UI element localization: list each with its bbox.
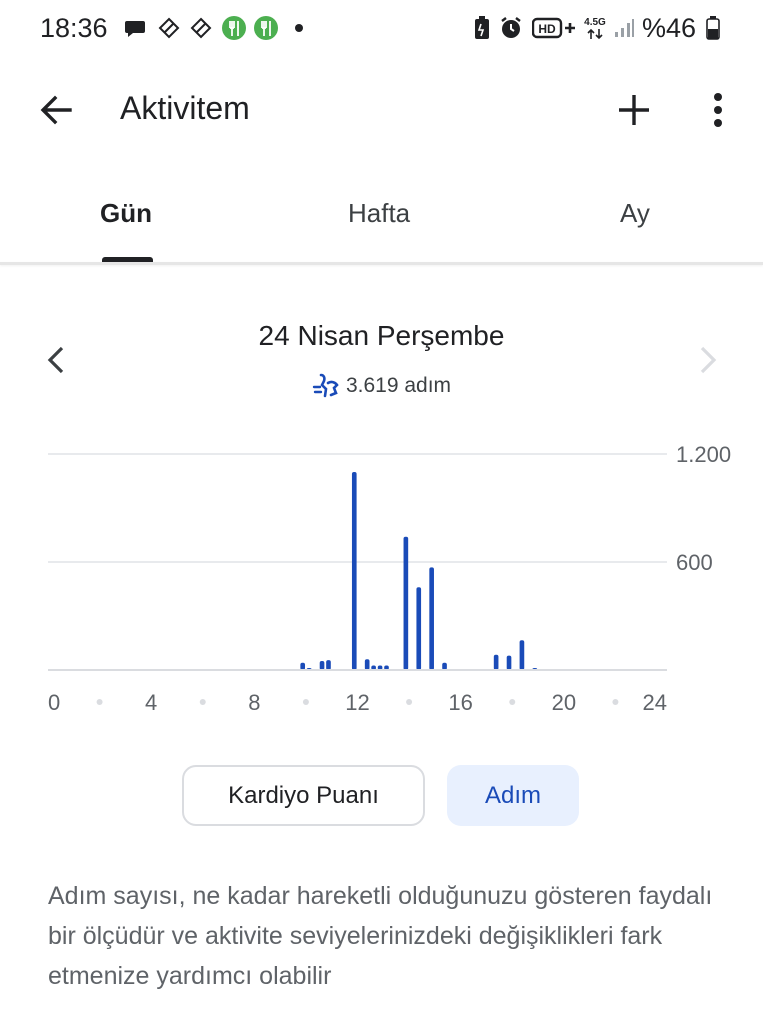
steps-bar-chart: 1.200 600 0 4 8 12 16 20 24 [48,442,731,715]
x-minor-tick [96,699,103,705]
chart-bar [506,655,512,670]
x-minor-tick [406,699,413,705]
x-tick-label: 0 [48,690,60,715]
network-label: 4.5G [584,16,606,28]
tabs-divider [0,262,763,265]
restaurant-icon [252,14,280,42]
back-button[interactable] [30,84,82,136]
more-vert-icon [714,93,722,127]
network-type: 4.5G [580,14,610,42]
fitness-app-icon [188,14,214,42]
chat-icon [122,14,148,42]
tab-month[interactable]: Ay [620,198,650,229]
back-arrow-icon [40,95,72,125]
page-title: Aktivitem [120,90,250,126]
hd-plus-icon: HD [532,14,578,42]
status-time: 18:36 [40,13,108,43]
alarm-icon [498,14,524,42]
y-tick-label: 600 [676,550,713,575]
x-tick-label: 20 [552,690,576,715]
x-minor-tick [302,699,309,705]
dot-icon [292,14,306,42]
chart-bar [493,654,499,670]
chart-bar [319,661,325,670]
y-tick-label: 1.200 [676,442,731,467]
chart-bar [429,567,434,670]
date-title: 24 Nisan Perşembe [258,320,505,351]
x-minor-tick [199,699,206,705]
x-tick-label: 4 [145,690,157,715]
x-minor-tick [612,699,619,705]
fitness-app-icon [156,14,182,42]
steps-icon [312,373,339,398]
step-count: 3.619 adım [345,374,452,397]
chevron-left-icon [47,346,64,374]
x-minor-tick [509,699,516,705]
chart-bar [519,640,525,670]
x-tick-label: 24 [643,690,667,715]
chart-bar [442,662,447,670]
chevron-right-icon [700,346,717,374]
battery-percentage: %46 [642,13,697,43]
chart-bar [403,536,409,670]
restaurant-icon [220,14,248,42]
chart-bar [326,660,331,670]
add-button[interactable] [608,84,660,136]
x-tick-label: 12 [345,690,369,715]
status-bar: 18:36 HD 4.5G %46 [0,0,763,58]
tab-day[interactable]: Gün [100,198,152,229]
signal-icon [612,14,636,42]
battery-icon [704,14,722,42]
step-summary: 3.619 adım [0,373,763,399]
x-tick-label: 16 [448,690,472,715]
chart-bar [351,472,357,670]
chart-bar [364,659,370,670]
chart-bar [416,587,422,670]
tab-week[interactable]: Hafta [348,198,410,229]
chart-bar [300,662,306,670]
cardio-points-button[interactable]: Kardiyo Puanı [182,765,425,826]
steps-button[interactable]: Adım [447,765,579,826]
battery-saver-icon [470,14,494,42]
plus-icon [619,95,649,125]
svg-text:HD: HD [538,22,556,36]
description-text: Adım sayısı, ne kadar hareketli olduğunu… [48,882,713,990]
x-tick-label: 8 [248,690,260,715]
more-options-button[interactable] [700,84,736,136]
